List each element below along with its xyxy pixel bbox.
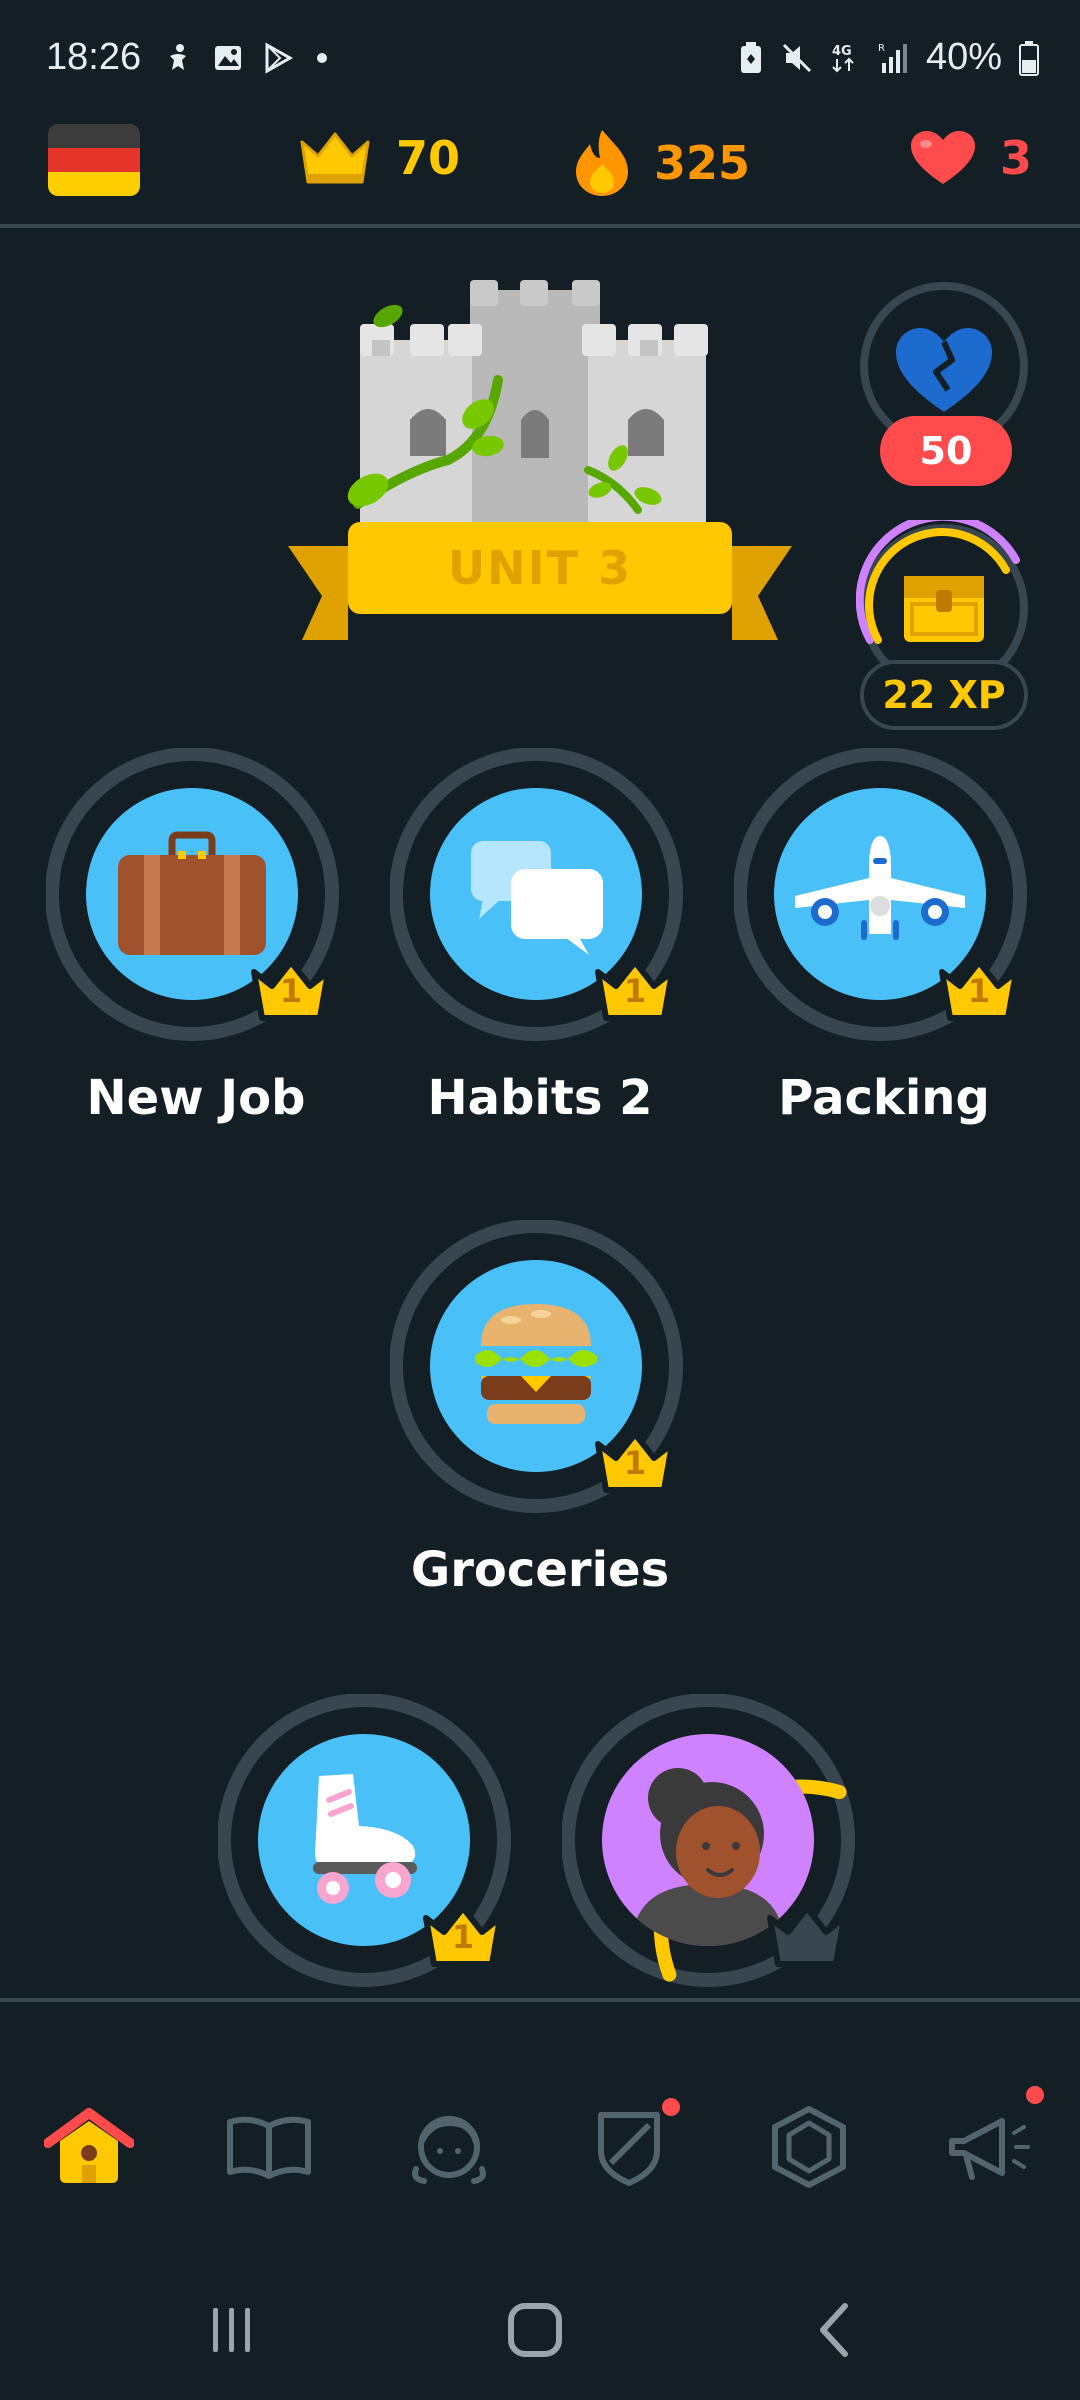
- svg-text:R: R: [878, 43, 885, 54]
- nav-leagues[interactable]: [574, 2092, 684, 2202]
- unit-label: UNIT 3: [348, 522, 732, 614]
- streak-counter[interactable]: 325: [572, 128, 750, 198]
- bottom-navigation: [0, 2002, 1080, 2252]
- dot-icon: [317, 53, 327, 63]
- crown-level-badge: 1: [592, 1428, 678, 1498]
- nav-profile[interactable]: [394, 2092, 504, 2202]
- leagues-notification-dot: [662, 2098, 680, 2116]
- play-store-icon: [265, 42, 294, 74]
- mute-icon: [782, 43, 811, 72]
- unit-3-castle-banner[interactable]: UNIT 3: [288, 270, 792, 650]
- back-button[interactable]: [792, 2290, 882, 2370]
- back-chevron-icon: [820, 2303, 848, 2357]
- news-notification-dot: [1026, 2086, 1044, 2104]
- gem-icon: [772, 2106, 846, 2188]
- streak-count: 325: [654, 136, 751, 190]
- skill-character[interactable]: [562, 1694, 862, 1992]
- skill-title: New Job: [86, 1070, 306, 1126]
- nav-shop[interactable]: [754, 2092, 864, 2202]
- crowns-counter[interactable]: 70: [296, 128, 460, 188]
- notification-icons: [162, 42, 332, 74]
- battery-percent: 40%: [925, 36, 1002, 78]
- hearts-counter[interactable]: 3: [908, 128, 1032, 188]
- megaphone-icon: [949, 2118, 1030, 2180]
- crown-level: 1: [623, 972, 647, 1010]
- recent-apps-icon: [213, 2308, 250, 2352]
- crown-level: 1: [623, 1444, 647, 1482]
- signal-icon: R: [878, 43, 907, 73]
- skill-packing[interactable]: 1 Packing: [734, 748, 1034, 1126]
- system-navigation-bar: [0, 2252, 1080, 2400]
- skill-title: Groceries: [410, 1542, 670, 1598]
- top-stats-bar: 70 325 3: [0, 120, 1080, 228]
- network-4g-icon: 4G: [832, 44, 854, 72]
- broken-heart-count: 50: [880, 416, 1012, 486]
- crown-level: 1: [279, 972, 303, 1010]
- hearts-count: 3: [1000, 131, 1033, 185]
- skill-habits-2[interactable]: 1 Habits 2: [390, 748, 690, 1126]
- crown-level-badge: 1: [592, 956, 678, 1026]
- gallery-icon: [215, 46, 241, 70]
- crown-level-badge: 1: [936, 956, 1022, 1026]
- flame-icon: [576, 130, 628, 196]
- skill-new-job[interactable]: 1 New Job: [46, 748, 346, 1126]
- battery-saver-icon: [740, 41, 761, 73]
- home-system-button[interactable]: [490, 2290, 580, 2370]
- accessibility-icon: [170, 44, 186, 70]
- health-shield-widget[interactable]: 50: [856, 280, 1032, 486]
- crown-level-badge: 1: [248, 956, 334, 1026]
- battery-icon: [1019, 40, 1039, 76]
- skill-groceries[interactable]: 1 Groceries: [390, 1220, 690, 1598]
- crown-icon: [300, 132, 370, 184]
- xp-label: 22 XP: [860, 660, 1028, 730]
- crown-level-badge: 1: [420, 1902, 506, 1972]
- system-status: 4G R 40%: [738, 36, 1040, 79]
- skill-title: Habits 2: [427, 1070, 653, 1126]
- nav-home[interactable]: [34, 2092, 144, 2202]
- status-time: 18:26: [46, 36, 142, 78]
- crown-level: 1: [451, 1918, 475, 1956]
- skill-title: Packing: [778, 1070, 990, 1126]
- book-icon: [227, 2116, 311, 2179]
- crown-level-badge: [764, 1902, 850, 1972]
- shield-icon: [598, 2112, 660, 2186]
- home-icon: [44, 2108, 134, 2183]
- xp-chest-widget[interactable]: 22 XP: [856, 520, 1032, 730]
- language-flag-button[interactable]: [48, 124, 140, 196]
- skill-roller-skate[interactable]: 1: [218, 1694, 518, 1992]
- crown-level: 1: [967, 972, 991, 1010]
- recent-apps-button[interactable]: [186, 2290, 276, 2370]
- home-square-icon: [508, 2303, 562, 2357]
- svg-text:4G: 4G: [832, 44, 852, 59]
- nav-news[interactable]: [934, 2086, 1044, 2202]
- heart-icon: [911, 131, 975, 184]
- status-bar: 18:26 4G R 40%: [0, 0, 1080, 120]
- crowns-count: 70: [396, 131, 461, 185]
- nav-stories[interactable]: [214, 2092, 324, 2202]
- profile-icon: [412, 2116, 486, 2184]
